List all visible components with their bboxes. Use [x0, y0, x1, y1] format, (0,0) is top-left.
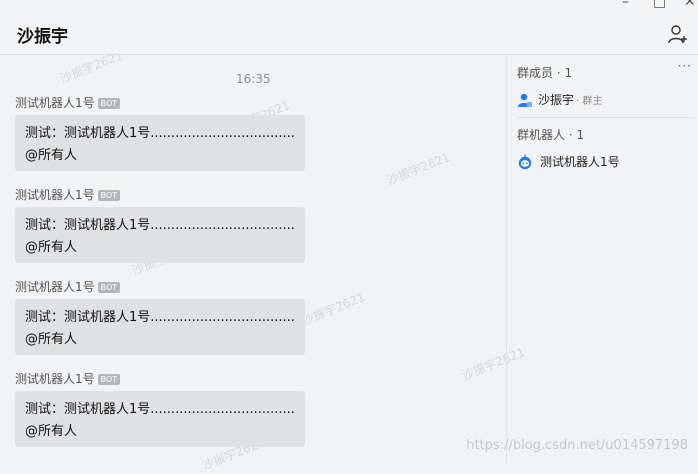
message-mention: @所有人 — [25, 424, 78, 439]
message-bubble[interactable]: 测试：测试机器人1号..............................… — [15, 391, 305, 447]
chat-title: 沙振宇 — [17, 27, 68, 47]
sender-name[interactable]: 测试机器人1号 — [15, 279, 95, 295]
robot-item[interactable]: 测试机器人1号 — [517, 153, 620, 170]
message-sender: 测试机器人1号 BOT — [15, 279, 305, 295]
message[interactable]: 测试机器人1号 BOT 测试：测试机器人1号..................… — [15, 187, 305, 263]
add-member-button[interactable] — [668, 24, 688, 44]
group-info-panel: 群成员 · 1 ··· 沙振宇 · 群主 群机器人 · 1 测试机器人1号 — [507, 55, 698, 463]
bot-badge: BOT — [97, 189, 121, 201]
section-divider — [517, 117, 692, 118]
message-mention: @所有人 — [25, 332, 78, 347]
member-role: · 群主 — [576, 96, 603, 107]
message-bubble[interactable]: 测试：测试机器人1号..............................… — [15, 115, 305, 171]
robot-name: 测试机器人1号 — [540, 155, 620, 169]
bot-badge: BOT — [97, 281, 121, 293]
sender-name[interactable]: 测试机器人1号 — [15, 371, 95, 387]
message-text: 测试：测试机器人1号..............................… — [25, 126, 295, 141]
message-text: 测试：测试机器人1号..............................… — [25, 310, 295, 325]
message-sender: 测试机器人1号 BOT — [15, 187, 305, 203]
message-list[interactable]: 16:35 测试机器人1号 BOT 测试：测试机器人1号............… — [0, 55, 506, 463]
bot-badge: BOT — [97, 373, 121, 385]
robots-header: 群机器人 · 1 — [517, 128, 585, 142]
message[interactable]: 测试机器人1号 BOT 测试：测试机器人1号..................… — [15, 279, 305, 355]
robot-icon — [518, 154, 532, 169]
timestamp: 16:35 — [236, 72, 271, 86]
message-sender: 测试机器人1号 BOT — [15, 95, 305, 111]
sender-name[interactable]: 测试机器人1号 — [15, 187, 95, 203]
message-mention: @所有人 — [25, 148, 78, 163]
message-text: 测试：测试机器人1号..............................… — [25, 402, 295, 417]
member-item[interactable]: 沙振宇 · 群主 — [517, 91, 602, 108]
message-bubble[interactable]: 测试：测试机器人1号..............................… — [15, 207, 305, 263]
more-options-button[interactable]: ··· — [678, 59, 692, 73]
sender-name[interactable]: 测试机器人1号 — [15, 95, 95, 111]
maximize-button[interactable]: □ — [653, 0, 666, 9]
title-bar: 沙振宇 – □ ✕ — [0, 0, 698, 55]
message-bubble[interactable]: 测试：测试机器人1号..............................… — [15, 299, 305, 355]
bot-badge: BOT — [97, 97, 121, 109]
source-url-watermark: https://blog.csdn.net/u014597198 — [466, 438, 688, 453]
message[interactable]: 测试机器人1号 BOT 测试：测试机器人1号..................… — [15, 371, 305, 447]
member-name: 沙振宇 — [538, 93, 575, 107]
message[interactable]: 测试机器人1号 BOT 测试：测试机器人1号..................… — [15, 95, 305, 171]
members-header: 群成员 · 1 — [517, 66, 573, 80]
message-mention: @所有人 — [25, 240, 78, 255]
message-sender: 测试机器人1号 BOT — [15, 371, 305, 387]
add-user-icon — [668, 25, 687, 44]
minimize-button[interactable]: – — [622, 0, 629, 9]
message-text: 测试：测试机器人1号..............................… — [25, 218, 295, 233]
user-icon — [518, 93, 532, 107]
close-button[interactable]: ✕ — [684, 0, 696, 9]
